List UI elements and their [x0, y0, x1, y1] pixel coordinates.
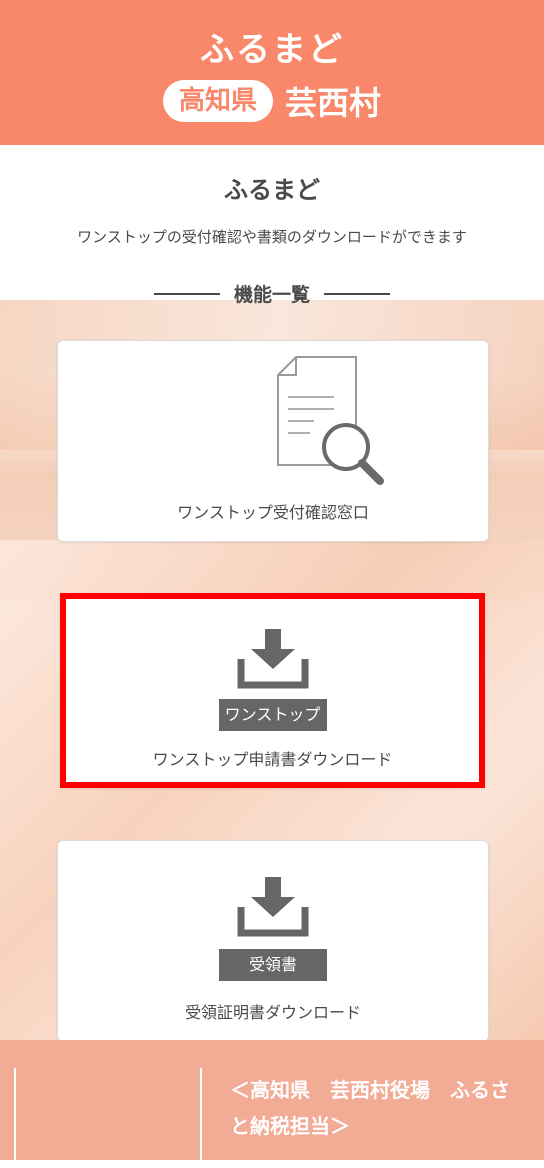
card-label: ワンストップ申請書ダウンロード [152, 750, 393, 769]
download-icon [237, 629, 308, 689]
page-title: ふるまど [224, 176, 320, 204]
download-icon [237, 877, 309, 937]
onestop-download-card[interactable]: ワンストップ ワンストップ申請書ダウンロード [60, 593, 485, 788]
footer-divider [200, 1068, 202, 1168]
site-footer: ＜高知県 芸西村役場 ふるさと納税担当＞ [0, 1040, 544, 1168]
card-label: 受領証明書ダウンロード [184, 1003, 361, 1022]
card-label: ワンストップ受付確認窓口 [177, 503, 369, 522]
footer-divider [14, 1068, 16, 1168]
site-header: ふるまど 高知県 芸西村 [0, 0, 544, 145]
onestop-tag: ワンストップ [218, 699, 327, 731]
municipality-row: 高知県 芸西村 [0, 78, 544, 124]
brand-logo[interactable]: ふるまど [0, 22, 544, 71]
prefecture-badge: 高知県 [162, 80, 273, 122]
heading-line-right [324, 292, 390, 295]
heading-line-left [153, 292, 220, 295]
footer-office-name: ＜高知県 芸西村役場 ふるさと納税担当＞ [230, 1078, 510, 1138]
page-description: ワンストップの受付確認や書類のダウンロードができます [77, 228, 467, 246]
village-name: 芸西村 [285, 84, 382, 122]
document-search-icon [277, 356, 384, 485]
receipt-download-card[interactable]: 受領書 受領証明書ダウンロード [57, 840, 489, 1042]
receipt-tag: 受領書 [219, 949, 327, 981]
section-heading-label: 機能一覧 [233, 284, 310, 306]
onestop-status-card[interactable]: ワンストップ受付確認窓口 [57, 340, 489, 542]
section-heading: 機能一覧 [0, 280, 544, 307]
